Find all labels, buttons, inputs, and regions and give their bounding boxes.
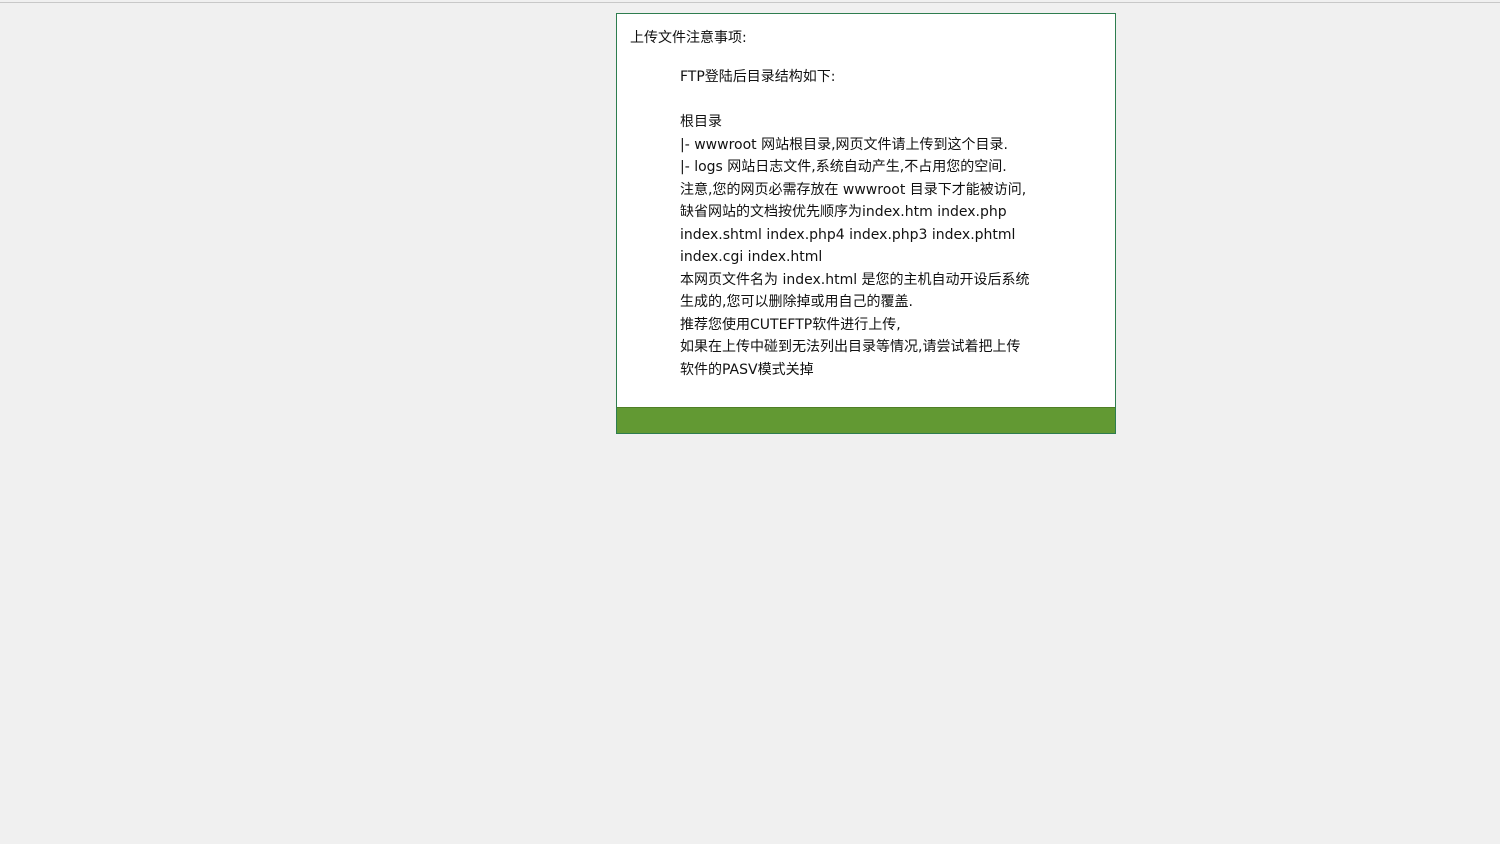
notice-line-warning: 注意,您的网页必需存放在 wwwroot 目录下才能被访问,	[680, 181, 1027, 198]
notice-line-pasv: 如果在上传中碰到无法列出目录等情况,请尝试着把上传	[680, 339, 1021, 355]
panel-footer-bar	[617, 407, 1115, 433]
upload-notice-panel: 上传文件注意事项: FTP登陆后目录结构如下: 根目录 |- wwwroot 网…	[616, 13, 1116, 434]
notice-line-default-docs-2: index.shtml index.php4 index.php3 index.…	[680, 226, 1016, 243]
notice-line-ftp-structure: FTP登陆后目录结构如下:	[680, 69, 836, 85]
notice-content: FTP登陆后目录结构如下: 根目录 |- wwwroot 网站根目录,网页文件请…	[680, 66, 1100, 381]
notice-line-pasv-2: 软件的PASV模式关掉	[680, 361, 814, 378]
notice-line-index-info: 本网页文件名为 index.html 是您的主机自动开设后系统	[680, 271, 1030, 288]
notice-line-logs: |- logs 网站日志文件,系统自动产生,不占用您的空间.	[680, 159, 1007, 175]
notice-line-index-info-2: 生成的,您可以删除掉或用自己的覆盖.	[680, 294, 913, 310]
notice-line-blank	[680, 89, 1100, 112]
notice-line-cuteftp: 推荐您使用CUTEFTP软件进行上传,	[680, 316, 901, 333]
notice-line-wwwroot: |- wwwroot 网站根目录,网页文件请上传到这个目录.	[680, 136, 1008, 153]
notice-line-default-docs: 缺省网站的文档按优先顺序为index.htm index.php	[680, 204, 1007, 220]
notice-line-root: 根目录	[680, 114, 722, 130]
notice-title: 上传文件注意事项:	[630, 30, 747, 46]
top-divider	[0, 2, 1500, 3]
notice-line-default-docs-3: index.cgi index.html	[680, 249, 823, 265]
